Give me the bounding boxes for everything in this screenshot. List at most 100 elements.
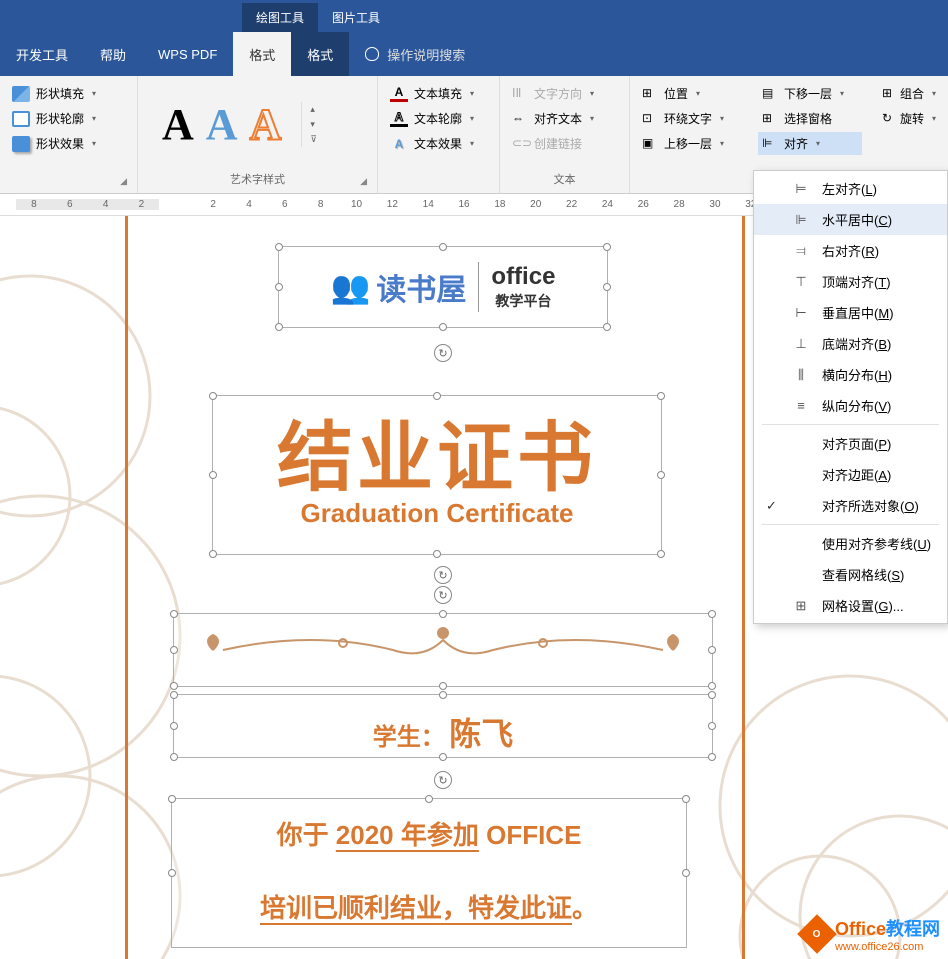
resize-handle[interactable] xyxy=(657,550,665,558)
tab-drawing-tools[interactable]: 绘图工具 xyxy=(242,3,318,32)
resize-handle[interactable] xyxy=(708,610,716,618)
rotate-handle[interactable]: ↻ xyxy=(434,586,452,604)
menu-format-picture[interactable]: 格式 xyxy=(291,32,349,76)
resize-handle[interactable] xyxy=(170,646,178,654)
position-button[interactable]: ⊞ 位置 ▾ xyxy=(638,82,742,105)
align-button[interactable]: ⊫ 对齐 ▾ xyxy=(758,132,862,155)
text-outline-button[interactable]: A 文本轮廓 ▾ xyxy=(386,107,491,130)
dropdown-arrow-icon: ▾ xyxy=(590,89,594,98)
align-center-item[interactable]: ⊫ 水平居中(C) xyxy=(754,204,947,235)
resize-handle[interactable] xyxy=(209,550,217,558)
body-textbox[interactable]: 你于 2020 年参加 OFFICE 培训已顺利结业，特发此证。 xyxy=(171,798,687,948)
send-backward-button[interactable]: ▤ 下移一层 ▾ xyxy=(758,82,862,105)
ornament-shape[interactable]: ↻ xyxy=(173,613,713,687)
bring-forward-button[interactable]: ▣ 上移一层 ▾ xyxy=(638,132,742,155)
resize-handle[interactable] xyxy=(209,471,217,479)
menu-format-drawing[interactable]: 格式 xyxy=(233,32,291,76)
resize-handle[interactable] xyxy=(657,471,665,479)
wordart-style-2[interactable]: A xyxy=(206,99,238,150)
resize-handle[interactable] xyxy=(708,682,716,690)
resize-handle[interactable] xyxy=(708,646,716,654)
tell-me-search[interactable]: 操作说明搜索 xyxy=(349,32,481,76)
resize-handle[interactable] xyxy=(170,691,178,699)
text-effect-button[interactable]: A 文本效果 ▾ xyxy=(386,132,491,155)
resize-handle[interactable] xyxy=(170,610,178,618)
rotate-handle[interactable]: ↻ xyxy=(434,566,452,584)
shape-outline-button[interactable]: 形状轮廓 ▾ xyxy=(8,107,129,130)
wordart-gallery[interactable]: A A A ▴ ▾ ⊽ xyxy=(146,80,369,169)
align-text-button[interactable]: ⇔ 对齐文本 ▾ xyxy=(508,107,621,130)
resize-handle[interactable] xyxy=(439,243,447,251)
dropdown-arrow-icon: ▾ xyxy=(590,114,594,123)
resize-handle[interactable] xyxy=(682,795,690,803)
text-fill-button[interactable]: A 文本填充 ▾ xyxy=(386,82,491,105)
resize-handle[interactable] xyxy=(275,243,283,251)
resize-handle[interactable] xyxy=(439,753,447,761)
menu-dev-tools[interactable]: 开发工具 xyxy=(0,32,84,76)
title-textbox[interactable]: 结业证书 Graduation Certificate xyxy=(212,395,662,555)
logo-textbox[interactable]: 👥 读书屋 office 教学平台 xyxy=(278,246,608,328)
student-label: 学生： xyxy=(373,724,445,751)
resize-handle[interactable] xyxy=(209,392,217,400)
rotate-handle[interactable]: ↻ xyxy=(434,344,452,362)
align-left-item[interactable]: ⊨ 左对齐(L) xyxy=(754,173,947,204)
resize-handle[interactable] xyxy=(439,323,447,331)
dialog-launcher-icon[interactable]: ◢ xyxy=(120,176,127,187)
resize-handle[interactable] xyxy=(603,243,611,251)
rotate-handle[interactable]: ↻ xyxy=(434,771,452,789)
shape-effect-button[interactable]: 形状效果 ▾ xyxy=(8,132,129,155)
wordart-style-1[interactable]: A xyxy=(162,99,194,150)
dialog-launcher-icon[interactable]: ◢ xyxy=(360,176,367,187)
resize-handle[interactable] xyxy=(682,869,690,877)
create-link-label: 创建链接 xyxy=(534,135,582,152)
resize-handle[interactable] xyxy=(439,682,447,690)
resize-handle[interactable] xyxy=(275,283,283,291)
resize-handle[interactable] xyxy=(170,682,178,690)
gallery-down-icon[interactable]: ▾ xyxy=(306,117,321,132)
align-to-margin-item[interactable]: 对齐边距(A) xyxy=(754,459,947,490)
rotate-button[interactable]: ↻ 旋转 ▾ xyxy=(878,107,940,130)
align-icon: ⊫ xyxy=(762,136,778,152)
resize-handle[interactable] xyxy=(708,722,716,730)
selection-pane-button[interactable]: ⊞ 选择窗格 xyxy=(758,107,862,130)
resize-handle[interactable] xyxy=(425,795,433,803)
resize-handle[interactable] xyxy=(708,691,716,699)
align-top-item[interactable]: ⊤ 顶端对齐(T) xyxy=(754,266,947,297)
menu-wps-pdf[interactable]: WPS PDF xyxy=(142,32,233,76)
align-right-item[interactable]: ⫤ 右对齐(R) xyxy=(754,235,947,266)
distribute-vertical-item[interactable]: ≡ 纵向分布(V) xyxy=(754,390,947,421)
align-bottom-item[interactable]: ⊥ 底端对齐(B) xyxy=(754,328,947,359)
group-button[interactable]: ⊞ 组合 ▾ xyxy=(878,82,940,105)
wordart-style-3[interactable]: A xyxy=(250,99,282,150)
resize-handle[interactable] xyxy=(708,753,716,761)
tab-picture-tools[interactable]: 图片工具 xyxy=(318,3,394,32)
resize-handle[interactable] xyxy=(168,869,176,877)
resize-handle[interactable] xyxy=(433,550,441,558)
distribute-horizontal-item[interactable]: ⫼ 横向分布(H) xyxy=(754,359,947,390)
view-gridlines-item[interactable]: 查看网格线(S) xyxy=(754,559,947,590)
grid-settings-item[interactable]: ⊞ 网格设置(G)... xyxy=(754,590,947,621)
use-alignment-guides-item[interactable]: 使用对齐参考线(U) xyxy=(754,528,947,559)
resize-handle[interactable] xyxy=(168,795,176,803)
resize-handle[interactable] xyxy=(170,753,178,761)
align-to-page-item[interactable]: 对齐页面(P) xyxy=(754,428,947,459)
resize-handle[interactable] xyxy=(603,323,611,331)
gallery-up-icon[interactable]: ▴ xyxy=(306,102,321,117)
align-to-selected-item[interactable]: ✓ 对齐所选对象(O) xyxy=(754,490,947,521)
resize-handle[interactable] xyxy=(439,610,447,618)
resize-handle[interactable] xyxy=(657,392,665,400)
wrap-text-button[interactable]: ⊡ 环绕文字 ▾ xyxy=(638,107,742,130)
resize-handle[interactable] xyxy=(433,392,441,400)
resize-handle[interactable] xyxy=(603,283,611,291)
gallery-more-icon[interactable]: ⊽ xyxy=(306,132,321,147)
resize-handle[interactable] xyxy=(170,722,178,730)
align-label: 对齐 xyxy=(784,135,808,152)
resize-handle[interactable] xyxy=(439,691,447,699)
student-textbox[interactable]: 学生： 陈飞 xyxy=(173,694,713,758)
shape-fill-button[interactable]: 形状填充 ▾ xyxy=(8,82,129,105)
dropdown-arrow-icon: ▾ xyxy=(470,89,474,98)
align-middle-item[interactable]: ⊢ 垂直居中(M) xyxy=(754,297,947,328)
resize-handle[interactable] xyxy=(275,323,283,331)
group-label: 组合 xyxy=(900,85,924,102)
menu-help[interactable]: 帮助 xyxy=(84,32,142,76)
